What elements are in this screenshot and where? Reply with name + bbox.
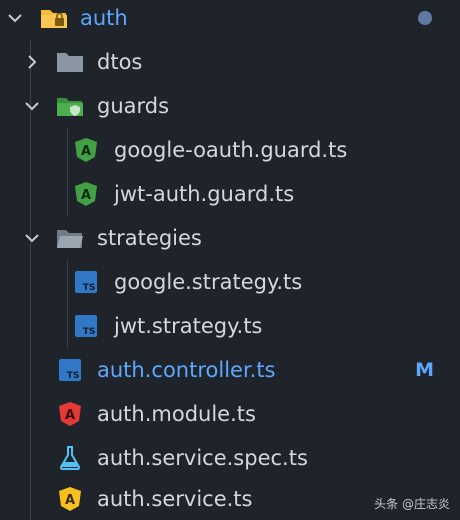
tree-file-auth-module[interactable]: A auth.module.ts [0,392,460,436]
tree-file-jwt-strategy[interactable]: TS jwt.strategy.ts [0,304,460,348]
tree-folder-strategies[interactable]: strategies [0,216,460,260]
tree-folder-dtos[interactable]: dtos [0,40,460,84]
file-explorer-panel: auth dtos guards A google-oauth.guard.ts… [0,0,460,520]
folder-label: auth [80,6,128,30]
angular-letter: A [81,144,91,159]
flask-icon [56,444,84,472]
angular-green-icon: A [72,136,100,164]
angular-red-icon: A [56,400,84,428]
folder-open-icon [56,224,84,252]
chevron-down-icon[interactable] [22,96,42,116]
modified-dot-icon [418,11,432,25]
chevron-down-icon[interactable] [22,228,42,248]
ts-letters: TS [67,371,80,381]
angular-letter: A [65,493,75,508]
watermark: 头条 @庄志炎 [374,497,450,511]
tree-file-google-oauth-guard[interactable]: A google-oauth.guard.ts [0,128,460,172]
tree-file-auth-controller[interactable]: TS auth.controller.ts M [0,348,460,392]
git-modified-badge: M [415,359,434,381]
folder-label: dtos [97,50,143,74]
file-label: auth.service.spec.ts [97,446,308,470]
folder-icon [56,48,84,76]
angular-letter: A [81,188,91,203]
file-label: auth.service.ts [97,487,253,511]
angular-green-icon: A [72,180,100,208]
typescript-icon: TS [72,312,100,340]
chevron-down-icon[interactable] [5,8,25,28]
tree-folder-auth[interactable]: auth [0,0,460,40]
folder-label: guards [97,94,170,118]
angular-letter: A [65,408,75,423]
tree-file-google-strategy[interactable]: TS google.strategy.ts [0,260,460,304]
folder-open-lock-icon [40,4,68,32]
file-label: auth.controller.ts [97,358,276,382]
folder-open-shield-icon [56,92,84,120]
tree-file-auth-service-spec[interactable]: auth.service.spec.ts [0,436,460,480]
folder-label: strategies [97,226,202,250]
file-label: google-oauth.guard.ts [114,138,348,162]
file-label: google.strategy.ts [114,270,303,294]
ts-letters: TS [83,283,96,293]
typescript-icon: TS [72,268,100,296]
tree-file-jwt-auth-guard[interactable]: A jwt-auth.guard.ts [0,172,460,216]
typescript-icon: TS [56,356,84,384]
angular-yellow-icon: A [56,485,84,513]
chevron-right-icon[interactable] [22,52,42,72]
file-label: auth.module.ts [97,402,256,426]
tree-folder-guards[interactable]: guards [0,84,460,128]
file-label: jwt.strategy.ts [114,314,263,338]
file-label: jwt-auth.guard.ts [114,182,295,206]
ts-letters: TS [83,327,96,337]
